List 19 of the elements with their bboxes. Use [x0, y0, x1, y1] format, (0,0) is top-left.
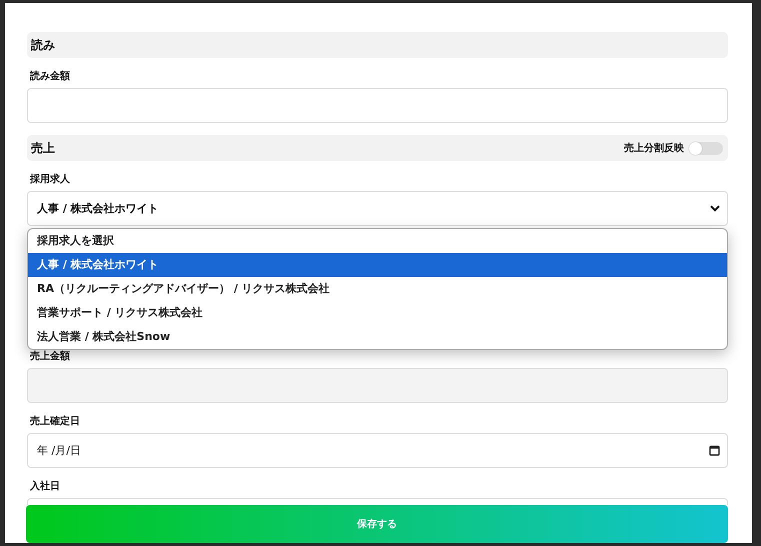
input-field[interactable]	[27, 88, 728, 123]
date-field[interactable]: 年 /月/日	[27, 433, 728, 468]
toggle-switch[interactable]	[689, 142, 723, 154]
dropdown-option[interactable]: RA（リクルーティングアドバイザー） / リクサス株式会社	[28, 277, 727, 301]
section-title: 売上	[31, 140, 55, 156]
dropdown-option[interactable]: 法人営業 / 株式会社Snow	[28, 325, 727, 349]
calendar-icon	[709, 445, 720, 456]
section-title: 読み	[31, 36, 55, 54]
field-label: 読み金額	[28, 70, 71, 84]
dropdown-option[interactable]: 採用求人を選択	[28, 229, 727, 253]
select-field[interactable]: 人事 / 株式会社ホワイト	[27, 191, 728, 226]
toggle-label: 売上分割反映	[624, 142, 684, 155]
field-label: 売上確定日	[29, 415, 81, 429]
dropdown-option[interactable]: 営業サポート / リクサス株式会社	[28, 301, 727, 325]
dropdown-option[interactable]: 人事 / 株式会社ホワイト	[28, 253, 727, 277]
field-label: 入社日	[29, 480, 61, 494]
field-label: 売上金額	[29, 350, 71, 364]
chevron-down-icon	[710, 205, 720, 212]
field-label: 採用求人	[28, 173, 71, 187]
